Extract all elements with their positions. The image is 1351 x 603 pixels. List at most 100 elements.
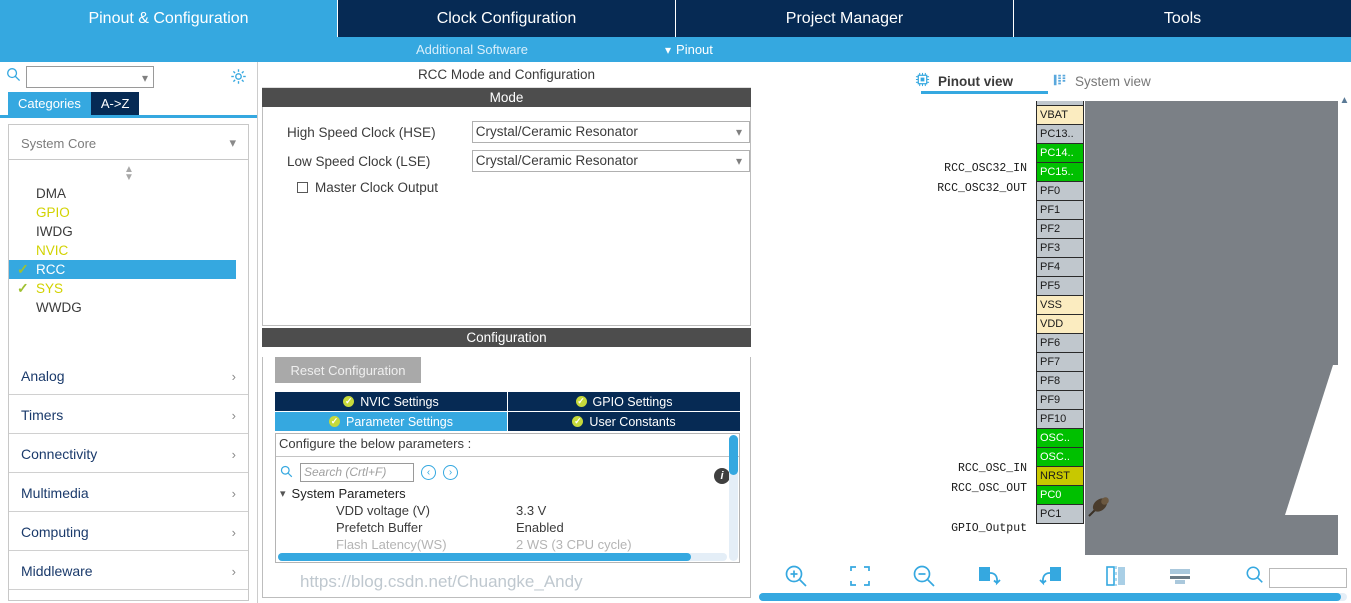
master-clock-output-checkbox[interactable] (297, 182, 308, 193)
tab-pinout-configuration[interactable]: Pinout & Configuration (0, 0, 338, 37)
rotate-right-icon[interactable] (975, 563, 1001, 589)
sidebar-group-label: Multimedia (21, 485, 89, 501)
chip-vertical-scrollbar[interactable]: ▲ ▼ (1338, 95, 1351, 575)
sidebar-item-rcc[interactable]: ✓ RCC (9, 260, 236, 279)
sidebar-item-iwdg[interactable]: IWDG (9, 222, 248, 241)
parameter-name: Flash Latency(WS) (336, 537, 447, 552)
scroll-spinner-icon[interactable]: ▲ ▼ (9, 160, 248, 183)
scrollbar-thumb[interactable] (278, 553, 692, 561)
parameter-search-input[interactable]: Search (Crtl+F) (300, 463, 414, 482)
configuration-section: Configuration Reset Configuration ✓ NVIC… (262, 328, 751, 598)
pin-pf4[interactable]: PF4 (1036, 257, 1084, 277)
pin-pf0[interactable]: PF0 (1036, 181, 1084, 201)
sidebar-group-multimedia[interactable]: Multimedia › (9, 473, 248, 512)
parameter-row[interactable]: Flash Latency(WS) 2 WS (3 CPU cycle) (280, 537, 739, 552)
sidebar-item-nvic[interactable]: NVIC (9, 241, 248, 260)
config-tab-label: Parameter Settings (346, 414, 453, 429)
sidebar-item-wwdg[interactable]: WWDG (9, 298, 248, 317)
reset-configuration-button[interactable]: Reset Configuration (275, 357, 421, 383)
chip-top-scrollbar[interactable] (755, 95, 1338, 101)
tab-tools[interactable]: Tools (1014, 0, 1351, 37)
tab-pinout-view[interactable]: Pinout view (915, 62, 1013, 94)
parameter-group-system-parameters[interactable]: ▾ System Parameters (280, 486, 739, 501)
pin-pf6[interactable]: PF6 (1036, 333, 1084, 353)
pin-pf7[interactable]: PF7 (1036, 352, 1084, 372)
fit-to-screen-icon[interactable] (847, 563, 873, 589)
subtab-pinout[interactable]: ▾ Pinout (665, 42, 713, 57)
chevron-left-circle-icon[interactable]: ‹ (421, 465, 436, 480)
gear-icon[interactable] (230, 68, 247, 85)
pin-pf9[interactable]: PF9 (1036, 390, 1084, 410)
pin-nrst[interactable]: NRST (1036, 466, 1084, 486)
pin-pc1[interactable]: PC1 (1036, 504, 1084, 524)
pin-pf2[interactable]: PF2 (1036, 219, 1084, 239)
pin-pf1[interactable]: PF1 (1036, 200, 1084, 220)
pin-vdd[interactable]: VDD (1036, 314, 1084, 334)
sidebar-group-connectivity[interactable]: Connectivity › (9, 434, 248, 473)
tab-gpio-settings[interactable]: ✓ GPIO Settings (508, 392, 740, 412)
parameter-row[interactable]: VDD voltage (V) 3.3 V (280, 503, 739, 518)
sidebar-group-analog[interactable]: Analog › (9, 356, 248, 395)
parameter-horizontal-scrollbar[interactable] (278, 553, 727, 561)
flip-horizontal-icon[interactable] (1103, 563, 1129, 589)
tab-clock-configuration[interactable]: Clock Configuration (338, 0, 676, 37)
zoom-out-icon[interactable] (911, 563, 937, 589)
pin-pc14[interactable]: PC14.. (1036, 143, 1084, 163)
sidebar-search-input[interactable]: ▾ (26, 66, 154, 88)
toolbar-search-input[interactable] (1269, 567, 1347, 588)
pin-osc-out[interactable]: OSC.. (1036, 447, 1084, 467)
pin-pf8[interactable]: PF8 (1036, 371, 1084, 391)
pin-label: PF7 (1040, 355, 1061, 368)
chip-bottom-scrollbar[interactable] (759, 593, 1347, 601)
scrollbar-thumb[interactable] (759, 593, 1342, 601)
chevron-down-icon: ▾ (665, 42, 672, 57)
tab-parameter-settings[interactable]: ✓ Parameter Settings (275, 412, 508, 432)
keyboard-icon[interactable] (1167, 563, 1193, 589)
lse-dropdown[interactable]: Crystal/Ceramic Resonator ▾ (471, 150, 750, 172)
tab-nvic-settings[interactable]: ✓ NVIC Settings (275, 392, 508, 412)
parameter-vertical-scrollbar[interactable] (729, 435, 738, 561)
sidebar-item-sys[interactable]: ✓ SYS (9, 279, 248, 298)
tab-project-manager[interactable]: Project Manager (676, 0, 1014, 37)
pin-pc0[interactable]: PC0 (1036, 485, 1084, 505)
subtab-additional-software[interactable]: Additional Software (416, 42, 528, 57)
pin-pf5[interactable]: PF5 (1036, 276, 1084, 296)
chip-canvas[interactable]: STM VBAT PC13.. PC14.. PC15.. PF0 PF1 PF… (755, 95, 1351, 555)
sidebar-item-label: NVIC (36, 243, 69, 258)
pin-vbat[interactable]: VBAT (1036, 105, 1084, 125)
parameter-group-label: System Parameters (291, 486, 406, 501)
sidebar-item-gpio[interactable]: GPIO (9, 203, 248, 222)
sidebar-tab-categories[interactable]: Categories (8, 92, 91, 115)
configuration-section-header: Configuration (262, 328, 751, 347)
pin-label: PC14.. (1040, 146, 1074, 159)
chevron-right-circle-icon[interactable]: › (443, 465, 458, 480)
zoom-in-icon[interactable] (783, 563, 809, 589)
rotate-left-icon[interactable] (1039, 563, 1065, 589)
info-icon[interactable]: i (714, 468, 730, 484)
tab-system-view[interactable]: System view (1053, 62, 1151, 94)
sidebar-group-timers[interactable]: Timers › (9, 395, 248, 434)
pin-pc15[interactable]: PC15.. (1036, 162, 1084, 182)
hse-dropdown[interactable]: Crystal/Ceramic Resonator ▾ (471, 121, 750, 143)
tab-label: Clock Configuration (436, 9, 577, 27)
sidebar-group-computing[interactable]: Computing › (9, 512, 248, 551)
sidebar-item-dma[interactable]: DMA (9, 184, 248, 203)
sidebar-group-system-core[interactable]: System Core ▾ (9, 125, 248, 160)
sidebar-group-middleware[interactable]: Middleware › (9, 551, 248, 590)
tab-user-constants[interactable]: ✓ User Constants (508, 412, 740, 432)
mode-row-lse: Low Speed Clock (LSE) Crystal/Ceramic Re… (263, 150, 750, 172)
pin-label: NRST (1040, 469, 1070, 482)
parameter-row[interactable]: Prefetch Buffer Enabled (280, 520, 739, 535)
scrollbar-thumb[interactable] (729, 435, 738, 475)
sidebar-item-label: SYS (36, 281, 64, 296)
pin-pc13[interactable]: PC13.. (1036, 124, 1084, 144)
pin-pf3[interactable]: PF3 (1036, 238, 1084, 258)
scroll-up-arrow-icon[interactable]: ▲ (1338, 95, 1351, 108)
sidebar-tab-a-to-z[interactable]: A->Z (90, 92, 140, 115)
pin-pf10[interactable]: PF10 (1036, 409, 1084, 429)
pin-vss[interactable]: VSS (1036, 295, 1084, 315)
master-clock-output-row[interactable]: Master Clock Output (263, 180, 750, 195)
pin-osc-in[interactable]: OSC.. (1036, 428, 1084, 448)
toolbar-search[interactable] (1245, 565, 1347, 590)
sidebar-item-label: IWDG (36, 224, 73, 239)
